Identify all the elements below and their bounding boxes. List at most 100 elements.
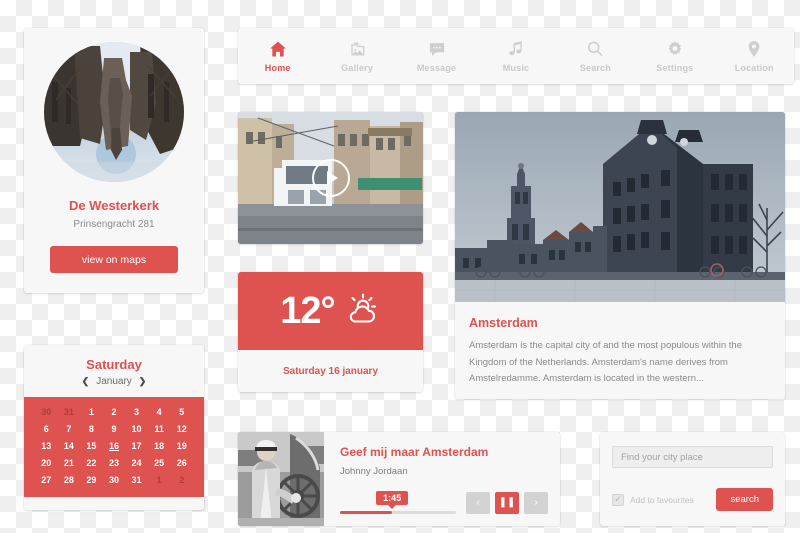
calendar-day-cell[interactable]: 14 [64, 440, 74, 452]
music-player-card: Geef mij maar Amsterdam Johnny Jordaan 1… [238, 432, 560, 526]
search-input[interactable] [612, 446, 773, 468]
calendar-month-nav: ❮ January ❯ [24, 376, 204, 387]
music-icon [506, 39, 526, 59]
calendar-day-cell[interactable]: 31 [64, 406, 74, 418]
nav-label-message: Message [416, 63, 457, 73]
calendar-header: Saturday ❮ January ❯ [24, 345, 204, 397]
music-controls-row: 1:45 ‹ ❚❚ › [340, 491, 548, 514]
music-info: Geef mij maar Amsterdam Johnny Jordaan 1… [324, 432, 560, 526]
calendar-day-cell[interactable]: 31 [132, 474, 142, 486]
calendar-day-cell[interactable]: 7 [66, 423, 71, 435]
add-to-favourites-checkbox[interactable]: ✓ Add to favourites [612, 493, 694, 506]
nav-item-home[interactable]: Home [238, 28, 317, 84]
calendar-day-cell[interactable]: 30 [109, 474, 119, 486]
calendar-day-cell[interactable]: 18 [154, 440, 164, 452]
sun-cloud-icon [341, 289, 381, 334]
weather-temperature: 12° [280, 290, 335, 332]
progress-fill [340, 511, 393, 514]
chevron-right-icon[interactable]: ❯ [139, 376, 147, 387]
nav-item-settings[interactable]: Settings [635, 28, 714, 84]
next-track-button[interactable]: › [524, 492, 548, 514]
calendar-day-cell[interactable]: 21 [64, 457, 74, 469]
calendar-day-cell[interactable]: 17 [132, 440, 142, 452]
profile-name: De Westerkerk [68, 198, 160, 213]
music-artist: Johnny Jordaan [340, 466, 408, 477]
nav-item-location[interactable]: Location [715, 28, 794, 84]
nav-label-location: Location [734, 63, 774, 73]
calendar-day-cell[interactable]: 15 [86, 440, 96, 452]
calendar-day-cell[interactable]: 13 [41, 440, 51, 452]
calendar-day-cell[interactable]: 16 [109, 440, 119, 452]
search-button[interactable]: search [716, 488, 773, 511]
feature-card: Amsterdam Amsterdam is the capital city … [455, 112, 785, 399]
weather-card: 12° Saturday 16 january [238, 272, 423, 392]
nav-label-music: Music [502, 63, 530, 73]
checkmark-icon: ✓ [612, 493, 624, 506]
progress-time-tooltip: 1:45 [376, 491, 409, 509]
feature-image [455, 112, 785, 302]
calendar-day-cell[interactable]: 25 [154, 457, 164, 469]
home-icon [268, 39, 288, 59]
weather-date: Saturday 16 january [282, 365, 379, 377]
calendar-month-label: January [96, 376, 132, 387]
calendar-day-cell[interactable]: 1 [89, 406, 94, 418]
calendar-day-cell[interactable]: 9 [111, 423, 116, 435]
nav-label-gallery: Gallery [341, 63, 374, 73]
calendar-day-cell[interactable]: 1 [157, 474, 162, 486]
music-progress[interactable]: 1:45 [340, 491, 456, 514]
calendar-day-name: Saturday [86, 357, 142, 372]
nav-item-search[interactable]: Search [556, 28, 635, 84]
calendar-day-cell[interactable]: 28 [64, 474, 74, 486]
calendar-day-cell[interactable]: 4 [157, 406, 162, 418]
calendar-day-cell[interactable]: 3 [134, 406, 139, 418]
avatar [44, 42, 184, 182]
progress-track[interactable] [340, 511, 456, 514]
search-actions: ✓ Add to favourites search [612, 488, 773, 511]
video-card[interactable] [238, 112, 423, 244]
profile-card: De Westerkerk Prinsengracht 281 view on … [24, 28, 204, 293]
calendar-day-cell[interactable]: 24 [132, 457, 142, 469]
calendar-day-cell[interactable]: 6 [44, 423, 49, 435]
nav-item-message[interactable]: Message [397, 28, 476, 84]
music-title: Geef mij maar Amsterdam [340, 445, 489, 459]
calendar-day-cell[interactable]: 5 [179, 406, 184, 418]
calendar-day-cell[interactable]: 2 [179, 474, 184, 486]
music-thumbnail [238, 432, 324, 526]
search-icon [585, 39, 605, 59]
calendar-day-cell[interactable]: 23 [109, 457, 119, 469]
play-icon[interactable] [311, 159, 350, 197]
transport-controls: ‹ ❚❚ › [466, 492, 548, 514]
calendar-card: Saturday ❮ January ❯ 30 31 1 2 3 4 5 6 7 8 9 10 11 12… [24, 345, 204, 510]
calendar-day-cell[interactable]: 11 [154, 423, 164, 435]
nav-item-gallery[interactable]: Gallery [317, 28, 396, 84]
profile-address: Prinsengracht 281 [73, 219, 155, 230]
view-on-maps-button[interactable]: view on maps [50, 246, 178, 273]
favourites-label: Add to favourites [630, 494, 694, 505]
feature-title: Amsterdam [469, 316, 538, 330]
gallery-icon [347, 39, 367, 59]
nav-item-music[interactable]: Music [476, 28, 555, 84]
message-icon [427, 39, 447, 59]
calendar-day-cell[interactable]: 29 [86, 474, 96, 486]
calendar-grid: 30 31 1 2 3 4 5 6 7 8 9 10 11 12 13 14 15 16 17 18 19 20 21 22 2… [24, 397, 204, 497]
weather-display: 12° [238, 272, 423, 350]
calendar-day-cell[interactable]: 20 [41, 457, 51, 469]
nav-label-settings: Settings [656, 63, 694, 73]
calendar-day-cell[interactable]: 10 [132, 423, 142, 435]
calendar-day-cell[interactable]: 2 [111, 406, 116, 418]
calendar-day-cell[interactable]: 19 [177, 440, 187, 452]
calendar-day-cell[interactable]: 12 [177, 423, 187, 435]
calendar-day-cell[interactable]: 8 [89, 423, 94, 435]
nav-label-home: Home [264, 63, 291, 73]
calendar-day-cell[interactable]: 22 [86, 457, 96, 469]
feature-description: Amsterdam is the capital city of and the… [469, 340, 742, 385]
chevron-left-icon[interactable]: ❮ [82, 376, 90, 387]
calendar-day-cell[interactable]: 27 [41, 474, 51, 486]
calendar-day-cell[interactable]: 30 [41, 406, 51, 418]
calendar-day-cell[interactable]: 26 [177, 457, 187, 469]
top-navigation-bar: Home Gallery Message Music Search Settin… [238, 28, 794, 84]
previous-track-button[interactable]: ‹ [466, 492, 490, 514]
city-search-card: ✓ Add to favourites search [600, 432, 785, 526]
feature-body: Amsterdam Amsterdam is the capital city … [455, 302, 785, 388]
pause-button[interactable]: ❚❚ [495, 492, 519, 514]
